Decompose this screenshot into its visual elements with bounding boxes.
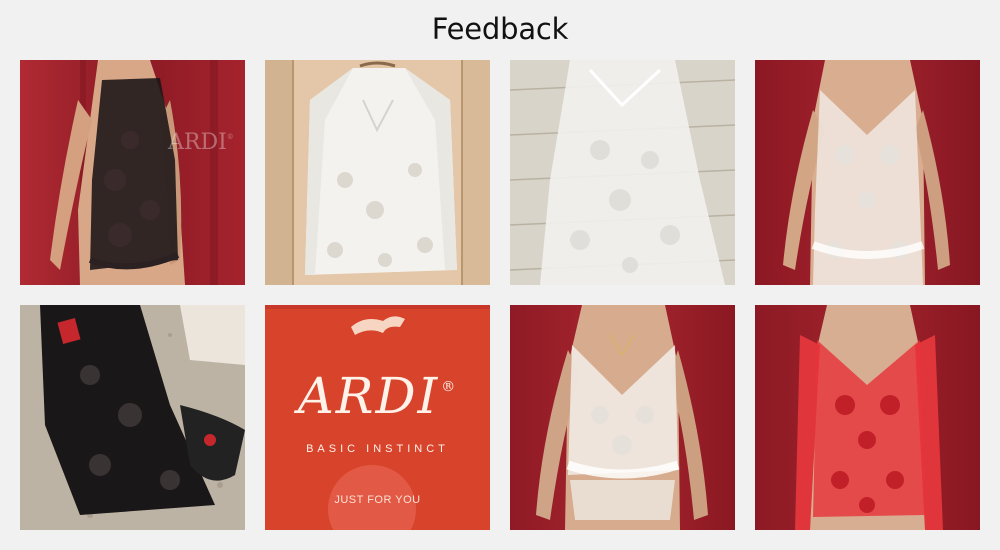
box-brand-text: ARDI: [297, 367, 440, 425]
feedback-photo-5[interactable]: [20, 305, 245, 530]
wall-logo: ARDI®: [168, 130, 234, 155]
box-brand-logo: ARDI ®: [265, 367, 490, 425]
woman-white-lace-camisole-set-photo: [510, 305, 735, 530]
wall-logo-text: ARDI: [168, 130, 227, 155]
woman-white-lace-chemise-photo: [755, 60, 980, 285]
sticker-text: JUST FOR YOU: [334, 494, 421, 506]
feedback-photo-4[interactable]: [755, 60, 980, 285]
box-tagline: BASIC INSTINCT: [306, 443, 449, 455]
feedback-photo-7[interactable]: [510, 305, 735, 530]
black-lace-set-on-carpet-photo: [20, 305, 245, 530]
box-brand-reg: ®: [441, 379, 458, 395]
feedback-photo-1[interactable]: ARDI®: [20, 60, 245, 285]
wall-logo-reg: ®: [226, 133, 234, 141]
woman-black-lace-chemise-photo: [20, 60, 245, 285]
white-lace-chemise-on-floor-photo: [510, 60, 735, 285]
white-lace-robe-on-hanger-photo: [265, 60, 490, 285]
woman-red-lace-set-photo: [755, 305, 980, 530]
feedback-photo-2[interactable]: [265, 60, 490, 285]
feedback-photo-3[interactable]: [510, 60, 735, 285]
feedback-photo-8[interactable]: [755, 305, 980, 530]
page-title: Feedback: [431, 12, 569, 46]
feedback-photo-6[interactable]: ARDI ® BASIC INSTINCT JUST FOR YOU: [265, 305, 490, 530]
